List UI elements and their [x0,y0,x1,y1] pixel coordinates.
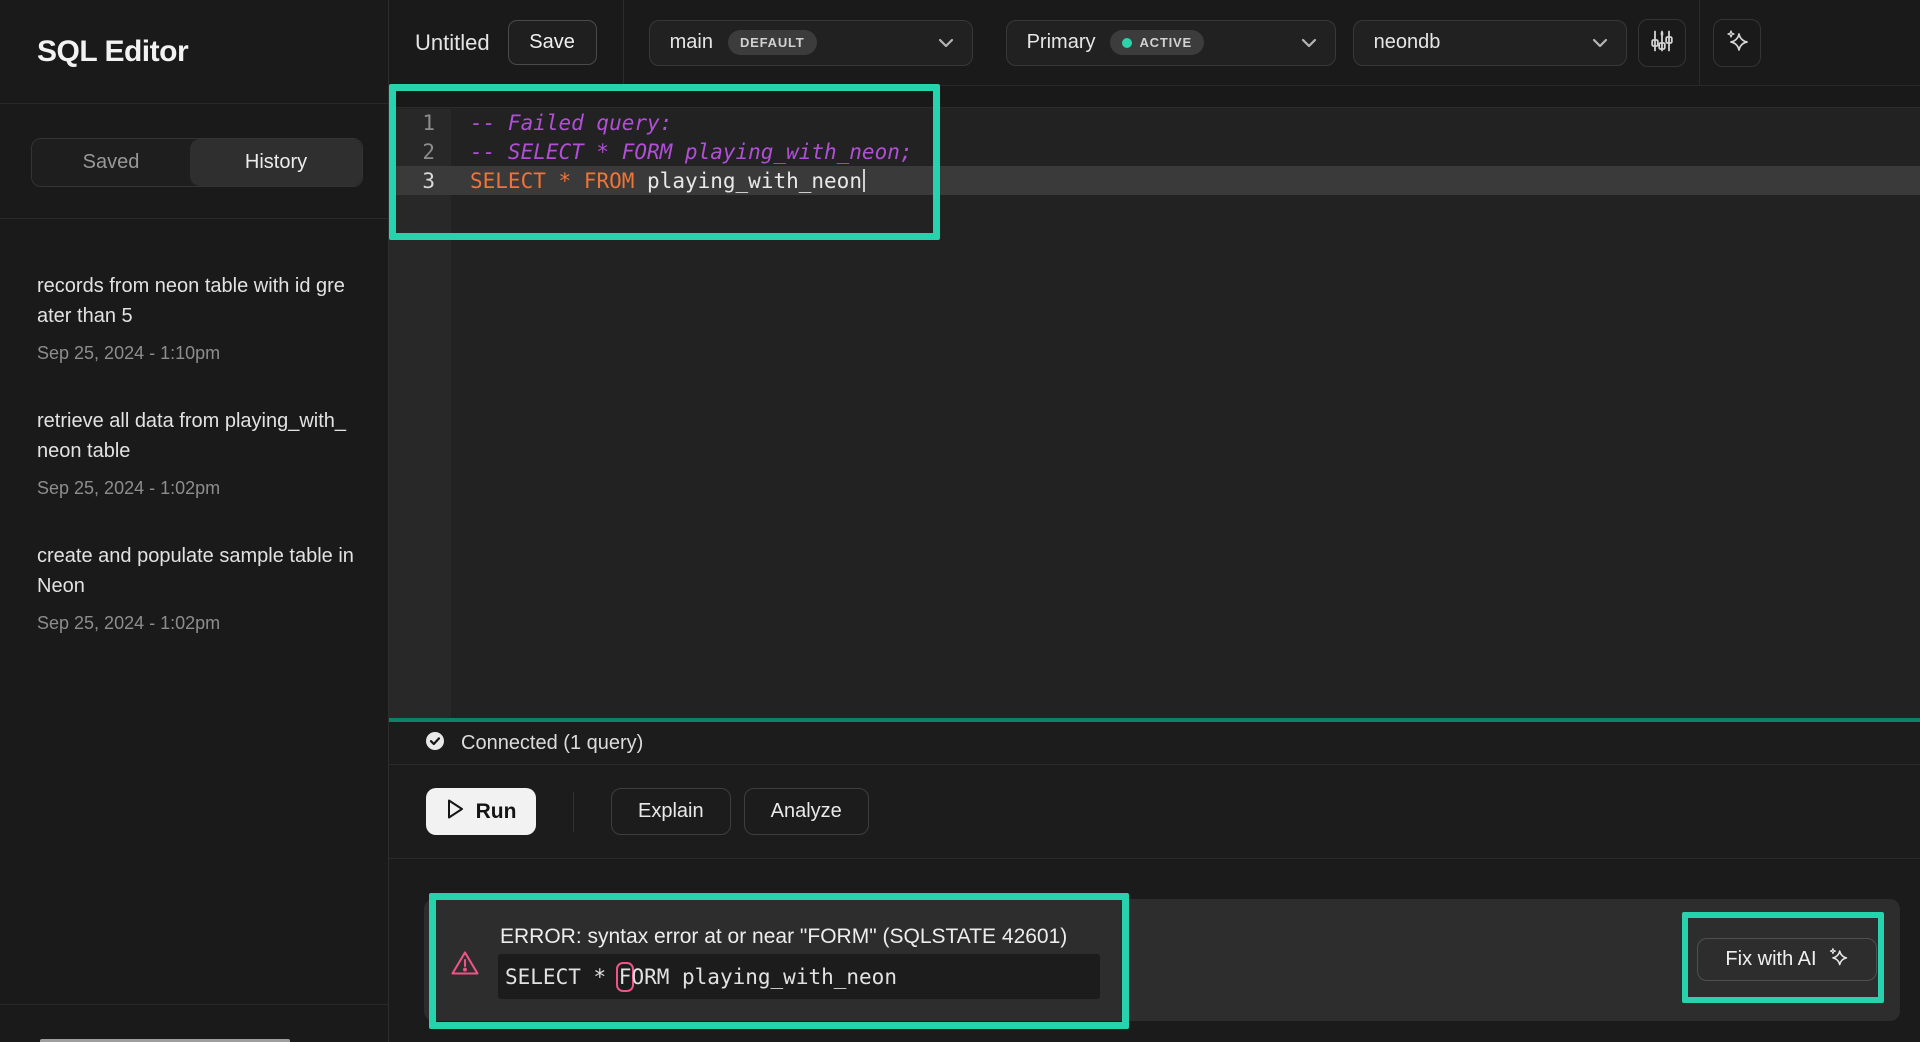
sql-table-name: playing_with_neon [634,169,862,193]
history-item-title: retrieve all data from playing_with_neon… [37,406,356,466]
sql-keyword: SELECT [470,169,559,193]
history-item-timestamp: Sep 25, 2024 - 1:02pm [37,612,356,634]
editor-code-lines: 1 -- Failed query: 2 -- SELECT * FORM pl… [389,108,1920,195]
active-badge-label: ACTIVE [1139,35,1191,50]
error-code-before: SELECT * [505,965,619,989]
text-cursor [863,169,865,192]
history-list: records from neon table with id greater … [0,219,388,634]
history-item-timestamp: Sep 25, 2024 - 1:02pm [37,477,356,499]
database-select-value: neondb [1374,31,1441,54]
line-number: 3 [389,169,451,193]
sql-star: * [559,169,584,193]
active-badge: ACTIVE [1110,30,1203,55]
sql-comment: -- SELECT * FORM playing_with_neon; [451,140,913,164]
play-icon [446,798,465,826]
chevron-down-icon [938,38,954,48]
connection-status-bar: Connected (1 query) [389,722,1920,765]
editor-gutter [389,109,451,718]
editor-top-strip [389,86,1920,108]
tab-saved[interactable]: Saved [32,139,190,186]
compute-select[interactable]: Primary ACTIVE [1006,20,1336,66]
sql-comment: -- Failed query: [451,111,672,135]
code-line-3-active: 3 SELECT * FROM playing_with_neon [389,166,1920,195]
line-number: 2 [389,140,451,164]
error-message: ERROR: syntax error at or near "FORM" (S… [500,925,1067,949]
line-number: 1 [389,111,451,135]
fix-with-ai-button[interactable]: Fix with AI [1697,938,1877,981]
tab-history[interactable]: History [190,139,362,186]
sql-editor-app: SQL Editor Saved History records from ne… [0,0,1920,1042]
ai-assist-button[interactable] [1713,19,1761,67]
main-panel: Untitled Save main DEFAULT Primary ACTIV… [389,0,1920,1042]
error-highlight-char: F [619,965,632,989]
branch-select[interactable]: main DEFAULT [649,20,973,66]
fix-with-ai-label: Fix with AI [1725,948,1816,971]
branch-select-value: main [670,31,713,54]
toolbar-divider [1699,0,1700,85]
query-title: Untitled [415,30,490,56]
sliders-icon [1649,28,1675,57]
page-title: SQL Editor [37,35,188,69]
chevron-down-icon [1301,38,1317,48]
run-button-label: Run [476,800,517,824]
run-button[interactable]: Run [426,788,536,835]
history-item[interactable]: create and populate sample table in Neon… [37,541,356,634]
history-item[interactable]: retrieve all data from playing_with_neon… [37,406,356,499]
history-item-timestamp: Sep 25, 2024 - 1:10pm [37,342,356,364]
toolbar-divider [623,0,624,85]
code-line-2: 2 -- SELECT * FORM playing_with_neon; [389,137,1920,166]
error-query-snippet: SELECT * FORM playing_with_neon [498,954,1100,999]
warning-triangle-icon [449,947,481,984]
explain-button[interactable]: Explain [611,788,731,835]
sidebar-bottom-divider [0,1004,388,1005]
sidebar-header: SQL Editor [0,0,388,104]
saved-history-tabs: Saved History [31,138,363,187]
settings-sliders-button[interactable] [1638,19,1686,67]
sidebar: SQL Editor Saved History records from ne… [0,0,389,1042]
history-item[interactable]: records from neon table with id greater … [37,271,356,364]
actions-divider [573,792,574,832]
results-output-area: ERROR: syntax error at or near "FORM" (S… [389,859,1920,1042]
check-circle-icon [425,731,445,756]
save-button[interactable]: Save [508,20,597,65]
error-code-after: ORM playing_with_neon [631,965,897,989]
database-select[interactable]: neondb [1353,20,1627,66]
history-item-title: records from neon table with id greater … [37,271,356,331]
sql-statement: SELECT * FROM playing_with_neon [451,169,865,193]
code-line-1: 1 -- Failed query: [389,108,1920,137]
error-panel: ERROR: syntax error at or near "FORM" (S… [424,899,1900,1021]
sidebar-tabs-section: Saved History [0,104,388,219]
top-toolbar: Untitled Save main DEFAULT Primary ACTIV… [389,0,1920,86]
sparkles-icon [1827,946,1849,974]
history-item-title: create and populate sample table in Neon [37,541,356,601]
compute-select-value: Primary [1027,31,1096,54]
sql-keyword: FROM [584,169,635,193]
analyze-button[interactable]: Analyze [744,788,869,835]
query-actions-bar: Run Explain Analyze [389,765,1920,859]
sql-code-editor[interactable]: 1 -- Failed query: 2 -- SELECT * FORM pl… [389,86,1920,718]
chevron-down-icon [1592,38,1608,48]
active-status-dot-icon [1122,38,1132,48]
connection-status-text: Connected (1 query) [461,732,643,755]
sparkles-icon [1724,28,1750,57]
default-badge: DEFAULT [728,30,817,55]
